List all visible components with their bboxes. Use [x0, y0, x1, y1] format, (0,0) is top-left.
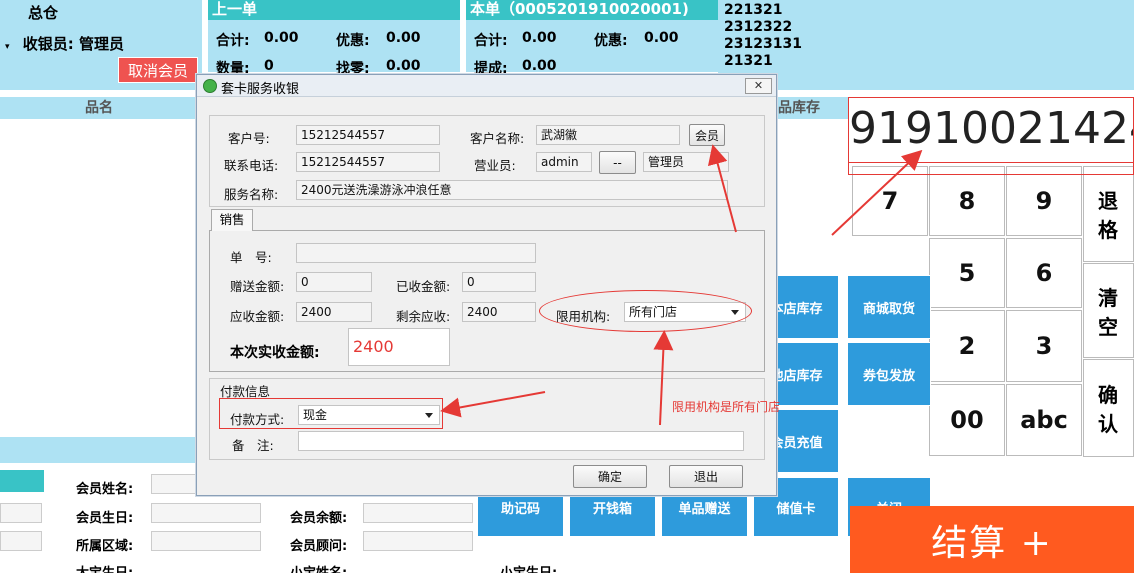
arrow-to-org-limit	[653, 330, 674, 426]
arrow-to-barcode	[831, 149, 923, 236]
arrow-to-member-button	[707, 144, 737, 233]
tab-sales[interactable]: 销售	[211, 209, 253, 231]
arrow-to-pay-method	[440, 391, 546, 418]
annotation-arrows	[440, 144, 923, 426]
